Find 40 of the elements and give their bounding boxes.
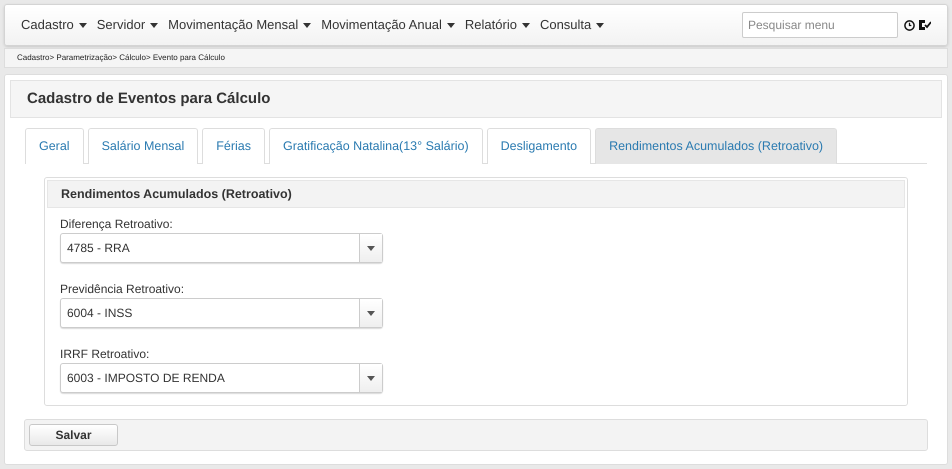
dropdown-toggle[interactable] bbox=[359, 234, 382, 262]
menu-item[interactable]: Movimentação Anual bbox=[321, 15, 455, 35]
breadcrumb: Cadastro> Parametrização> Cálculo> Evento para Cálculo bbox=[17, 52, 225, 64]
caret-icon bbox=[303, 22, 312, 28]
page-title: Cadastro de Eventos para Cálculo bbox=[27, 88, 270, 109]
select-value: 6003 - IMPOSTO DE RENDA bbox=[66, 370, 226, 387]
menu-item[interactable]: Cadastro bbox=[21, 15, 87, 35]
select-field[interactable]: 6003 - IMPOSTO DE RENDA bbox=[60, 363, 383, 393]
caret-icon bbox=[446, 22, 455, 28]
menu-item[interactable]: Movimentação Mensal bbox=[168, 15, 312, 35]
caret-icon bbox=[78, 22, 87, 28]
menu-item[interactable]: Consulta bbox=[540, 15, 604, 35]
search-field[interactable]: Pesquisar menu bbox=[742, 12, 898, 38]
tab[interactable]: Desligamento bbox=[486, 128, 592, 164]
caret-icon bbox=[367, 310, 375, 316]
dropdown-toggle[interactable] bbox=[359, 364, 382, 392]
dropdown-toggle[interactable] bbox=[359, 299, 382, 327]
logout-icon[interactable] bbox=[918, 19, 931, 31]
select-value: 6004 - INSS bbox=[66, 305, 134, 322]
tab[interactable]: Salário Mensal bbox=[88, 128, 198, 164]
caret-icon bbox=[367, 376, 375, 380]
field-label: Previdência Retroativo: bbox=[60, 281, 186, 296]
caret-icon bbox=[367, 246, 375, 250]
tab[interactable]: Geral bbox=[25, 128, 84, 164]
field-label: IRRF Retroativo: bbox=[60, 346, 150, 361]
clock-icon[interactable] bbox=[904, 20, 915, 30]
menu-item[interactable]: Servidor bbox=[96, 15, 158, 35]
menu-item[interactable]: Relatório bbox=[464, 15, 530, 35]
caret-icon bbox=[596, 22, 604, 28]
tab[interactable]: Gratificação Natalina(13° Salário) bbox=[269, 128, 483, 164]
section-title: Rendimentos Acumulados (Retroativo) bbox=[61, 186, 292, 203]
select-value: 4785 - RRA bbox=[66, 240, 131, 257]
select-field[interactable]: 6004 - INSS bbox=[60, 298, 383, 328]
save-button[interactable]: Salvar bbox=[29, 424, 118, 446]
caret-icon bbox=[150, 22, 158, 28]
tab[interactable]: Férias bbox=[202, 128, 265, 164]
caret-icon bbox=[522, 22, 530, 28]
tab[interactable]: Rendimentos Acumulados (Retroativo) bbox=[595, 128, 838, 164]
field-label: Diferença Retroativo: bbox=[60, 216, 174, 231]
select-field[interactable]: 4785 - RRA bbox=[60, 233, 383, 263]
